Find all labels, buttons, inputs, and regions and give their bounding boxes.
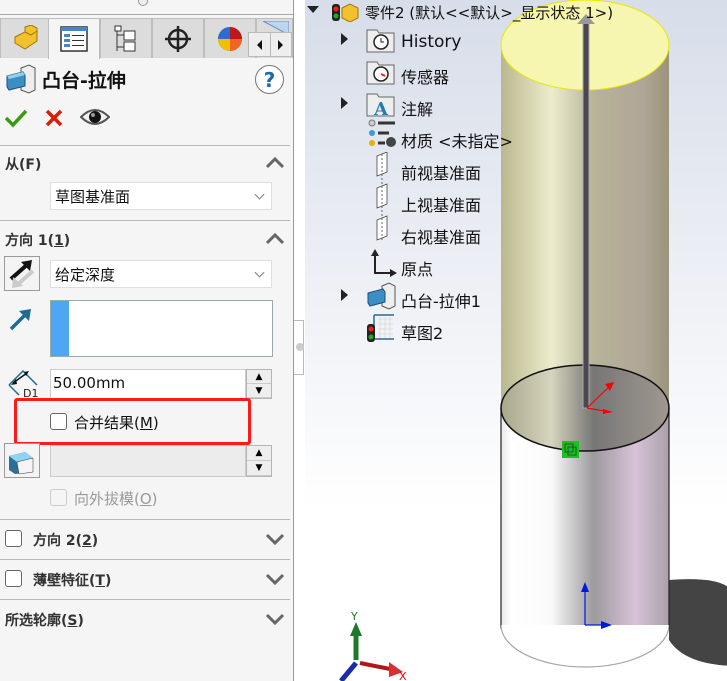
boss-extrude-icon: [6, 64, 36, 94]
section-direction1-header[interactable]: 方向 1(1): [5, 230, 70, 250]
sketch-icon: [367, 314, 394, 342]
tree-item-annotations[interactable]: 注解: [401, 96, 433, 120]
extrude-icon: [367, 282, 396, 310]
tree-item-right-plane[interactable]: 右视基准面: [401, 224, 481, 248]
direction2-checkbox[interactable]: [5, 530, 22, 547]
collapse-root-icon[interactable]: [307, 6, 319, 13]
feature-manager-icon: [14, 24, 38, 50]
configuration-manager-icon: [114, 25, 136, 51]
property-manager-panel: 凸台-拉伸 ? 从(F) 草图基准面 方向 1(1) 给定深度 D1 50.00…: [0, 0, 294, 681]
preview-eye-button[interactable]: [80, 106, 110, 128]
material-icon: [368, 119, 396, 147]
tab-dimxpert-manager[interactable]: [152, 18, 204, 58]
panel-splitter[interactable]: [294, 320, 304, 375]
arrow-right-icon: [278, 39, 284, 50]
merge-result-label[interactable]: 合并结果(M): [74, 412, 159, 433]
draft-icon: [9, 452, 34, 475]
from-select[interactable]: 草图基准面: [50, 182, 272, 210]
tree-item-material[interactable]: 材质 <未指定>: [401, 128, 513, 152]
triad-x-label: X: [399, 670, 407, 681]
expand-direction2-icon[interactable]: [265, 533, 285, 545]
annotation-folder-icon: A: [366, 93, 395, 117]
section-selected-contours-header[interactable]: 所选轮廓(S): [5, 610, 84, 630]
selection-cube-icon[interactable]: [562, 441, 579, 458]
reverse-direction-icon: [9, 260, 35, 288]
spin-down-icon[interactable]: ▼: [247, 461, 271, 476]
selection-focus-strip: [51, 301, 69, 356]
triad-y-label: Y: [350, 610, 358, 623]
collapse-from-icon[interactable]: [265, 157, 285, 169]
expand-icon[interactable]: [341, 97, 348, 109]
chevron-down-icon: [254, 267, 265, 278]
svg-text:A: A: [373, 99, 389, 117]
sensor-folder-icon: [366, 61, 395, 85]
arrow-left-icon: [256, 39, 262, 50]
direction-reference-selection-box[interactable]: [50, 300, 273, 357]
ok-button[interactable]: [4, 108, 28, 128]
part-icon: [332, 3, 359, 22]
depth-spinner[interactable]: ▲ ▼: [246, 369, 272, 399]
help-icon: ?: [263, 67, 276, 92]
tree-item-top-plane[interactable]: 上视基准面: [401, 192, 481, 216]
section-from-header[interactable]: 从(F): [5, 154, 41, 174]
tab-scroll-left-button[interactable]: [249, 33, 271, 56]
help-button[interactable]: ?: [255, 65, 284, 94]
draft-toggle-button[interactable]: [4, 443, 40, 478]
history-folder-icon: [366, 29, 395, 53]
end-condition-select[interactable]: 给定深度: [50, 260, 272, 288]
draft-outward-label: 向外拔模(O): [74, 490, 158, 508]
tree-item-origin[interactable]: 原点: [401, 256, 433, 280]
spin-up-icon[interactable]: ▲: [247, 446, 271, 461]
panel-resize-handle[interactable]: [138, 0, 148, 6]
thin-feature-checkbox[interactable]: [5, 570, 22, 587]
section-thin-feature-header[interactable]: 薄壁特征(T): [33, 570, 111, 590]
feature-tree: 零件2 (默认<<默认>_显示状态 1>) History 传感器 A 注解 材…: [305, 0, 725, 345]
merge-result-checkbox[interactable]: [50, 413, 67, 430]
tree-item-sensors[interactable]: 传感器: [401, 64, 449, 88]
expand-icon[interactable]: [341, 289, 348, 301]
tree-root[interactable]: 零件2 (默认<<默认>_显示状态 1>): [365, 2, 613, 23]
origin-icon: [371, 249, 397, 277]
depth-input[interactable]: 50.00mm: [50, 369, 246, 399]
tree-item-history[interactable]: History: [401, 32, 461, 52]
expand-thin-feature-icon[interactable]: [265, 573, 285, 585]
draft-angle-input[interactable]: [50, 445, 246, 477]
chevron-down-icon: [254, 189, 265, 200]
tab-feature-manager[interactable]: [0, 18, 52, 58]
reverse-direction-button[interactable]: [4, 256, 40, 291]
collapse-direction1-icon[interactable]: [265, 233, 285, 245]
panel-title: 凸台-拉伸: [42, 70, 126, 92]
tab-property-manager[interactable]: [48, 18, 100, 59]
draft-outward-checkbox[interactable]: [50, 489, 67, 506]
tab-scroll-right-button[interactable]: [271, 33, 292, 56]
direction-arrow-icon: [9, 309, 31, 331]
tree-item-front-plane[interactable]: 前视基准面: [401, 160, 481, 184]
display-manager-icon: [218, 26, 242, 51]
expand-icon[interactable]: [341, 33, 348, 45]
plane-icon: [376, 152, 388, 242]
spin-up-icon[interactable]: ▲: [247, 370, 271, 384]
tree-item-sketch2[interactable]: 草图2: [401, 320, 443, 344]
dimxpert-icon: [165, 25, 191, 52]
property-manager-icon: [60, 26, 88, 52]
spin-down-icon[interactable]: ▼: [247, 384, 271, 398]
expand-selected-contours-icon[interactable]: [265, 613, 285, 625]
section-direction2-header[interactable]: 方向 2(2): [33, 530, 98, 550]
tree-item-boss-extrude1[interactable]: 凸台-拉伸1: [401, 288, 481, 312]
tab-configuration-manager[interactable]: [100, 18, 152, 58]
draft-angle-spinner[interactable]: ▲ ▼: [246, 445, 272, 477]
cancel-button[interactable]: [44, 108, 64, 128]
